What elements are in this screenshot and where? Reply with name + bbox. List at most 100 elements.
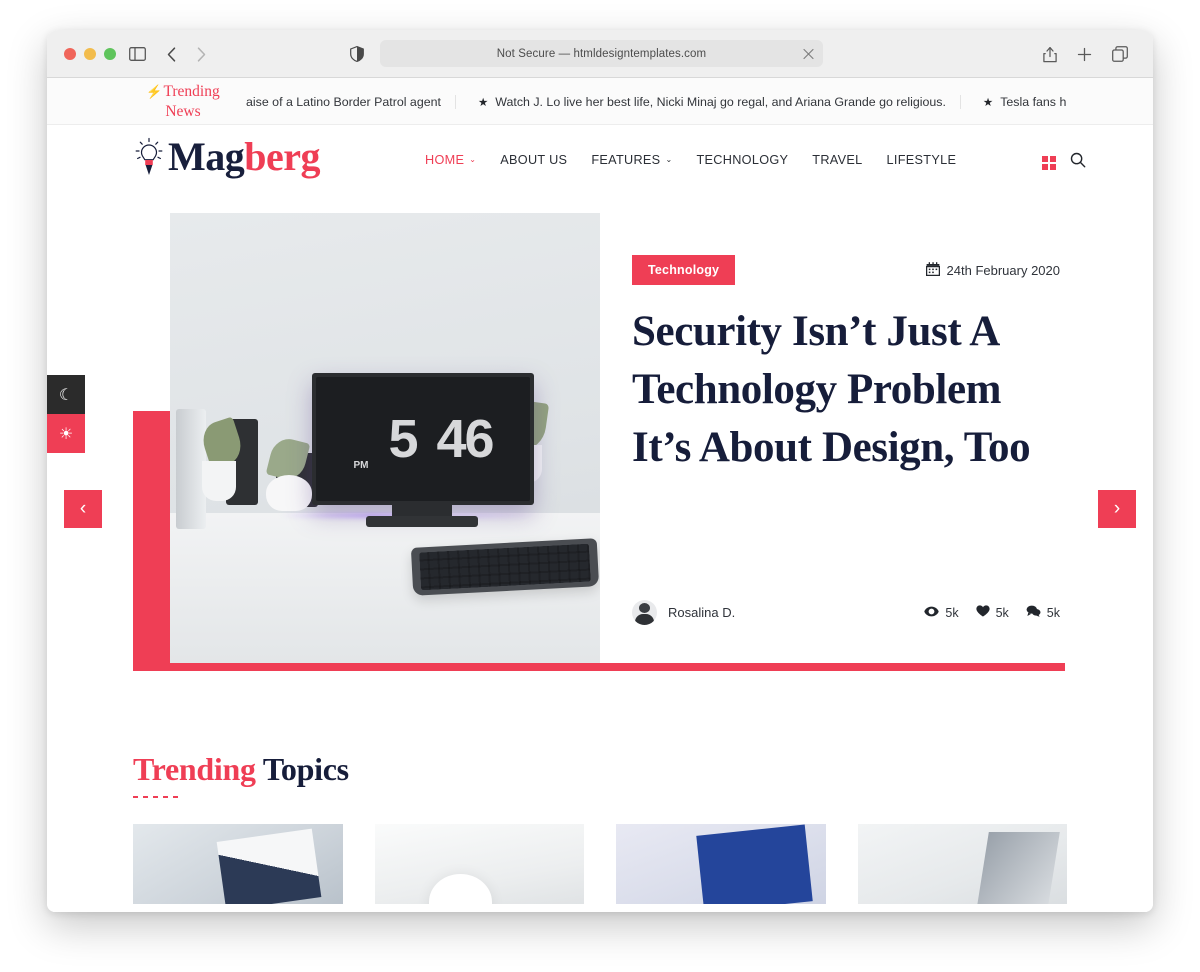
privacy-shield-icon[interactable] xyxy=(346,43,368,65)
heart-icon xyxy=(975,605,990,620)
likes-stat: 5k xyxy=(975,605,1009,620)
site-logo[interactable]: Magberg xyxy=(132,134,321,179)
photo-monitor: PM 5 46 xyxy=(312,373,534,505)
calendar-icon xyxy=(925,261,940,279)
sun-icon[interactable]: ☀ xyxy=(47,414,85,453)
share-icon[interactable] xyxy=(1039,43,1061,65)
photo-time-period: PM xyxy=(353,460,369,471)
comment-icon xyxy=(1026,605,1041,620)
site-header: Magberg HOME ⌄ ABOUT US FEATURES ⌄ TECHN… xyxy=(47,125,1153,203)
heading-part-trending: Trending xyxy=(133,751,256,787)
topic-card-bluebook[interactable] xyxy=(616,824,826,904)
hero-date-text: 24th February 2020 xyxy=(946,262,1060,278)
ticker-item[interactable]: ★ Watch J. Lo live her best life, Nicki … xyxy=(454,94,960,109)
photo-plant-pot xyxy=(202,461,236,501)
views-stat: 5k xyxy=(924,605,959,620)
moon-icon[interactable]: ☾ xyxy=(47,375,85,414)
hero-meta-row: Technology 24th February 2020 xyxy=(632,255,1060,285)
ticker-item[interactable]: aise of a Latino Border Patrol agent xyxy=(232,95,455,109)
carousel-next-button[interactable]: › xyxy=(1098,490,1136,528)
trending-topics-cards xyxy=(133,824,1067,904)
nav-item-travel[interactable]: TRAVEL xyxy=(812,153,862,167)
grid-cell xyxy=(1050,155,1056,162)
chevron-right-icon: › xyxy=(1113,498,1121,519)
nav-item-label: FEATURES xyxy=(591,153,661,167)
grid-cell xyxy=(1042,155,1048,162)
ticker-item[interactable]: ★ Tesla fans h xyxy=(959,94,1080,109)
address-bar[interactable]: Not Secure — htmldesigntemplates.com xyxy=(380,40,823,67)
likes-count: 5k xyxy=(995,605,1009,620)
nav-item-label: TECHNOLOGY xyxy=(696,153,789,167)
back-arrow-icon[interactable] xyxy=(160,43,182,65)
search-icon[interactable] xyxy=(1070,152,1086,173)
trending-news-ticker: ⚡Trending News aise of a Latino Border P… xyxy=(47,78,1153,125)
topic-card-lamp[interactable] xyxy=(374,824,584,904)
new-tab-icon[interactable] xyxy=(1073,43,1095,65)
photo-keyboard xyxy=(410,538,600,596)
ticker-item-text: aise of a Latino Border Patrol agent xyxy=(246,94,441,109)
address-bar-text: Not Secure — htmldesigntemplates.com xyxy=(496,47,707,60)
browser-toolbar: Not Secure — htmldesigntemplates.com xyxy=(47,30,1153,78)
logo-part-mag: Mag xyxy=(168,134,245,179)
nav-item-technology[interactable]: TECHNOLOGY xyxy=(696,153,788,167)
views-count: 5k xyxy=(945,605,959,620)
photo-monitor-base xyxy=(366,516,478,527)
nav-item-label: TRAVEL xyxy=(812,153,863,167)
nav-item-about-us[interactable]: ABOUT US xyxy=(500,153,567,167)
main-navigation: HOME ⌄ ABOUT US FEATURES ⌄ TECHNOLOGY TR… xyxy=(425,153,956,167)
bolt-icon: ⚡ xyxy=(146,84,163,99)
hero-category-badge[interactable]: Technology xyxy=(632,255,736,285)
show-tabs-icon[interactable] xyxy=(1109,43,1131,65)
hero-stats: 5k 5k 5k xyxy=(924,605,1060,620)
close-window-button[interactable] xyxy=(64,48,76,60)
grid-view-icon[interactable] xyxy=(1042,155,1056,170)
hero-author[interactable]: Rosalina D. xyxy=(632,600,735,625)
hero-article-image[interactable]: PM 5 46 xyxy=(170,213,600,663)
topic-card-laptop[interactable] xyxy=(857,824,1067,904)
heading-underline xyxy=(133,796,181,798)
grid-cell xyxy=(1042,163,1048,170)
hero-article-body: Technology 24th February 2020 Security I… xyxy=(600,213,1102,663)
photo-time-hour: 5 xyxy=(388,409,418,469)
heading-part-topics: Topics xyxy=(262,751,349,787)
sidebar-icon[interactable] xyxy=(126,43,148,65)
site-logo-text: Magberg xyxy=(168,134,321,179)
photo-plant-pot xyxy=(266,475,312,511)
hero-article-title[interactable]: Security Isn’t Just A Technology Problem… xyxy=(632,303,1060,477)
ticker-items: aise of a Latino Border Patrol agent ★ W… xyxy=(232,78,1080,124)
hero-carousel: PM 5 46 Technology 24th February 2020 Se… xyxy=(47,213,1153,703)
nav-item-label: ABOUT US xyxy=(500,153,568,167)
lightbulb-pencil-icon xyxy=(132,137,166,177)
star-icon: ★ xyxy=(477,96,489,109)
eye-icon xyxy=(924,606,940,620)
forward-arrow-icon[interactable] xyxy=(190,43,212,65)
page-viewport: ☾ ☀ ‹ › ⚡Trending News aise of a Latino … xyxy=(47,78,1153,912)
light-mode-glyph: ☀ xyxy=(58,425,74,443)
grid-cell xyxy=(1050,163,1056,170)
photo-time-minute: 46 xyxy=(436,409,494,469)
comments-count: 5k xyxy=(1046,605,1060,620)
minimize-window-button[interactable] xyxy=(84,48,96,60)
maximize-window-button[interactable] xyxy=(104,48,116,60)
browser-window: Not Secure — htmldesigntemplates.com ☾ ☀… xyxy=(47,30,1153,912)
logo-part-berg: berg xyxy=(244,134,321,179)
color-mode-toggles: ☾ ☀ xyxy=(47,375,85,453)
nav-item-lifestyle[interactable]: LIFESTYLE xyxy=(887,153,957,167)
clear-url-icon[interactable] xyxy=(802,47,815,60)
avatar xyxy=(632,600,657,625)
carousel-prev-button[interactable]: ‹ xyxy=(64,490,102,528)
hero-author-name: Rosalina D. xyxy=(668,605,736,620)
window-traffic-lights xyxy=(64,48,116,60)
chevron-down-icon: ⌄ xyxy=(665,155,673,164)
hero-date: 24th February 2020 xyxy=(925,261,1060,279)
trending-news-label: ⚡Trending News xyxy=(135,82,231,122)
ticker-item-text: Tesla fans h xyxy=(1000,94,1067,109)
ticker-item-text: Watch J. Lo live her best life, Nicki Mi… xyxy=(495,94,946,109)
trending-topics-section: Trending Topics xyxy=(47,751,1153,904)
nav-item-home[interactable]: HOME ⌄ xyxy=(425,153,476,167)
dark-mode-glyph: ☾ xyxy=(58,386,74,404)
topic-card-notebook[interactable] xyxy=(133,824,343,904)
chevron-left-icon: ‹ xyxy=(79,498,87,519)
nav-item-features[interactable]: FEATURES ⌄ xyxy=(591,153,672,167)
hero-footer-row: Rosalina D. 5k 5k 5k xyxy=(632,600,1060,663)
